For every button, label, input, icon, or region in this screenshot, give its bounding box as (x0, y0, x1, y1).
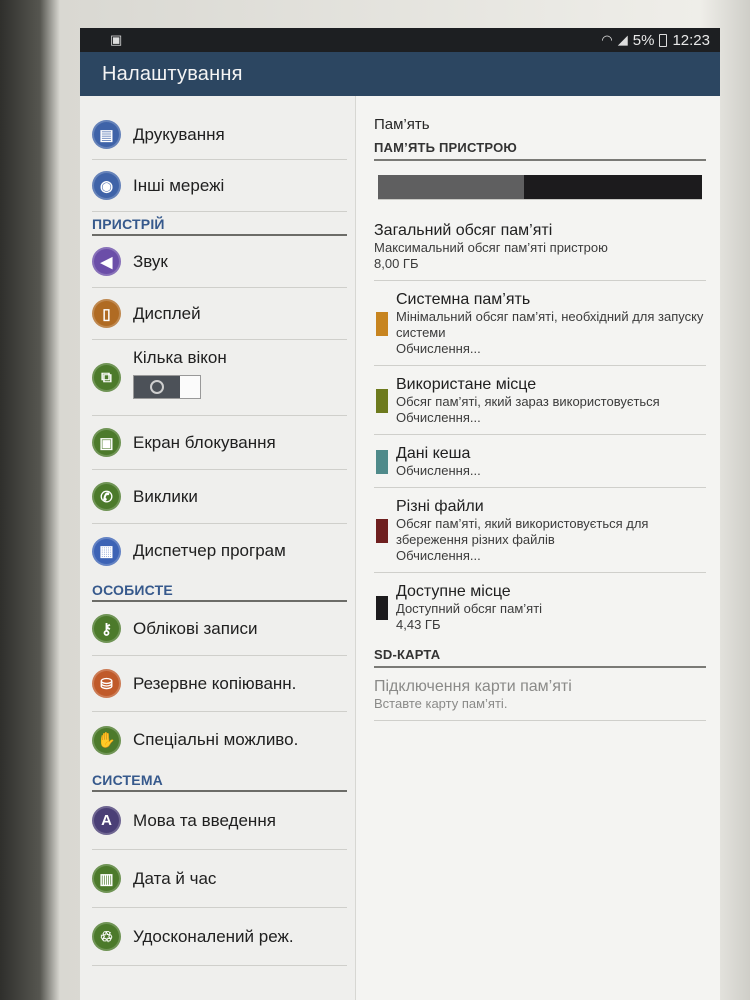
multi-window-icon: ⧉ (92, 363, 121, 392)
sidebar-item-label: Дата й час (133, 868, 217, 888)
sidebar-item-label: Екран блокування (133, 432, 276, 452)
sidebar-item-app-manager[interactable]: ▦ Диспетчер програм (92, 524, 347, 578)
photo-background: ▣ ◠ ◢ 5% 12:23 Налаштування ▤ Друкування… (0, 0, 750, 1000)
section-header-personal: ОСОБИСТЕ (92, 578, 347, 602)
wifi-icon: ◠ (601, 32, 613, 47)
tablet-screen: ▣ ◠ ◢ 5% 12:23 Налаштування ▤ Друкування… (80, 28, 720, 1000)
multi-window-toggle[interactable] (133, 375, 201, 399)
legend-swatch (376, 312, 388, 336)
storage-row-title: Загальний обсяг пам’яті (374, 222, 553, 239)
storage-row-value: 8,00 ГБ (374, 256, 419, 271)
section-header-device: ПРИСТРІЙ (92, 212, 347, 236)
signal-icon: ◢ (617, 32, 628, 47)
storage-row-desc: Обсяг пам’яті, який використовується для… (396, 516, 649, 547)
backup-icon: ⛁ (92, 669, 121, 698)
advanced-mode-icon: ♲ (92, 922, 121, 951)
sidebar-item-accounts[interactable]: ⚷ Облікові записи (92, 602, 347, 656)
battery-percent: 5% (632, 31, 655, 49)
printer-icon: ▤ (92, 120, 121, 149)
sidebar-item-sound[interactable]: ◀ Звук (92, 236, 347, 288)
sidebar-item-language-input[interactable]: A Мова та введення (92, 792, 347, 850)
storage-row-title: Використане місце (396, 376, 537, 393)
sidebar-item-label: Кілька вікон (133, 348, 227, 367)
storage-row-misc-files[interactable]: Різні файли Обсяг пам’яті, який використ… (374, 488, 706, 573)
storage-usage-bar (378, 175, 702, 200)
storage-row-system[interactable]: Системна пам’ять Мінімальний обсяг пам’я… (374, 281, 706, 366)
sidebar-item-printing[interactable]: ▤ Друкування (92, 110, 347, 160)
sidebar-item-backup[interactable]: ⛁ Резервне копіюванн. (92, 656, 347, 712)
settings-sidebar: ▤ Друкування ◉ Інші мережі ПРИСТРІЙ ◀ Зв… (80, 96, 356, 1000)
storage-row-title: Доступне місце (396, 583, 511, 600)
sidebar-item-multi-window[interactable]: ⧉ Кілька вікон (92, 340, 347, 416)
sidebar-item-other-networks[interactable]: ◉ Інші мережі (92, 160, 347, 212)
storage-row-title: Дані кеша (396, 445, 471, 462)
storage-row-desc: Обсяг пам’яті, який зараз використовуєть… (396, 394, 660, 409)
legend-swatch (376, 389, 388, 413)
storage-row-value: Обчислення... (396, 548, 481, 563)
sidebar-item-label: Друкування (133, 124, 225, 144)
storage-row-value: 4,43 ГБ (396, 617, 441, 632)
sidebar-item-label: Мова та введення (133, 810, 276, 830)
phone-icon: ✆ (92, 482, 121, 511)
key-icon: ⚷ (92, 614, 121, 643)
apps-grid-icon: ▦ (92, 536, 121, 566)
speaker-icon: ◀ (92, 247, 121, 276)
sidebar-item-label: Облікові записи (133, 618, 258, 638)
toggle-knob (150, 380, 164, 394)
battery-icon (659, 33, 668, 47)
wireless-icon: ◉ (92, 171, 121, 200)
storage-row-desc: Максимальний обсяг пам’яті пристрою (374, 240, 608, 255)
storage-row-available[interactable]: Доступне місце Доступний обсяг пам’яті 4… (374, 573, 706, 641)
sidebar-item-accessibility[interactable]: ✋ Спеціальні можливо. (92, 712, 347, 768)
legend-swatch (376, 519, 388, 543)
storage-row-value: Обчислення... (396, 463, 481, 478)
storage-used-segment (378, 175, 524, 199)
sidebar-item-label: Резервне копіюванн. (133, 673, 297, 693)
storage-row-title: Підключення карти пам’яті (374, 678, 572, 695)
language-icon: A (92, 806, 121, 835)
sidebar-item-lock-screen[interactable]: ▣ Екран блокування (92, 416, 347, 470)
calendar-icon: ▥ (92, 864, 121, 893)
storage-row-value: Обчислення... (396, 341, 481, 356)
storage-row-desc: Мінімальний обсяг пам’яті, необхідний дл… (396, 309, 704, 340)
storage-row-desc: Доступний обсяг пам’яті (396, 601, 543, 616)
display-icon: ▯ (92, 299, 121, 328)
sidebar-item-label: Звук (133, 251, 168, 271)
sidebar-item-date-time[interactable]: ▥ Дата й час (92, 850, 347, 908)
sidebar-item-label: Спеціальні можливо. (133, 730, 299, 749)
storage-detail-pane: Пам’ять ПАМ’ЯТЬ ПРИСТРОЮ Загальний обсяг… (356, 96, 720, 1000)
sidebar-item-label: Інші мережі (133, 175, 225, 195)
hand-icon: ✋ (92, 725, 121, 755)
legend-swatch (376, 596, 388, 620)
sidebar-item-label: Дисплей (133, 303, 201, 323)
storage-row-used[interactable]: Використане місце Обсяг пам’яті, який за… (374, 366, 706, 435)
section-header-device-storage: ПАМ’ЯТЬ ПРИСТРОЮ (374, 136, 706, 161)
app-title-bar: Налаштування (80, 52, 720, 96)
storage-row-mount-sd[interactable]: Підключення карти пам’яті Вставте карту … (374, 668, 706, 721)
status-bar: ▣ ◠ ◢ 5% 12:23 (80, 28, 720, 52)
status-right: ◠ ◢ 5% 12:23 (601, 32, 710, 49)
sidebar-item-label: Диспетчер програм (133, 541, 286, 560)
storage-row-title: Різні файли (396, 498, 484, 515)
section-header-sd-card: SD-КАРТА (374, 641, 706, 668)
storage-row-title: Системна пам’ять (396, 291, 531, 308)
sidebar-item-label: Удосконалений реж. (133, 926, 294, 946)
page-title: Пам’ять (374, 116, 430, 133)
storage-row-value: Обчислення... (396, 410, 481, 425)
sidebar-item-calls[interactable]: ✆ Виклики (92, 470, 347, 524)
storage-row-cache[interactable]: Дані кеша Обчислення... (374, 435, 706, 488)
storage-row-desc: Вставте карту пам’яті. (374, 696, 508, 711)
sidebar-item-display[interactable]: ▯ Дисплей (92, 288, 347, 340)
storage-row-total[interactable]: Загальний обсяг пам’яті Максимальний обс… (374, 212, 706, 281)
section-header-system: СИСТЕМА (92, 768, 347, 792)
lock-screen-icon: ▣ (92, 428, 121, 457)
sidebar-item-advanced-mode[interactable]: ♲ Удосконалений реж. (92, 908, 347, 966)
notification-icon: ▣ (110, 32, 123, 47)
sidebar-item-label: Виклики (133, 486, 198, 506)
legend-swatch (376, 450, 388, 474)
clock: 12:23 (672, 31, 710, 49)
app-title: Налаштування (102, 62, 243, 85)
